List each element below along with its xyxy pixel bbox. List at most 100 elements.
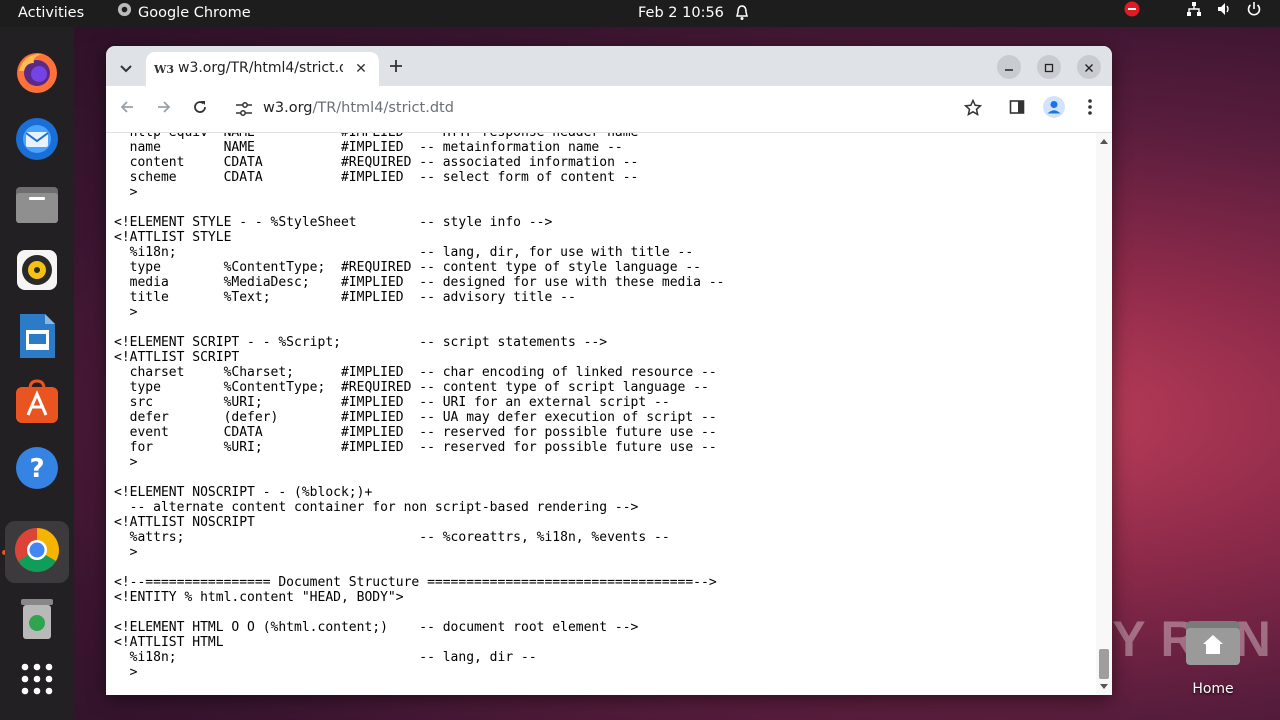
back-button[interactable]: [117, 99, 137, 119]
dock-help[interactable]: ?: [10, 443, 64, 497]
page-content: http-equiv NAME #IMPLIED -- HTTP respons…: [106, 133, 1096, 695]
dtd-line: <!ELEMENT SCRIPT - - %Script; -- script …: [114, 335, 608, 350]
bookmark-star-icon[interactable]: [963, 98, 983, 121]
side-panel-icon: [1009, 99, 1025, 119]
trash-icon: [17, 595, 57, 645]
url-path: /TR/html4/strict.dtd: [312, 100, 454, 116]
app-menu[interactable]: Google Chrome: [117, 0, 251, 27]
dock-thunderbird[interactable]: [10, 113, 64, 167]
tab-search-button[interactable]: [113, 54, 139, 80]
dtd-line: <!ELEMENT NOSCRIPT - - (%block;)+: [114, 485, 373, 500]
dtd-line: <!--================ Document Structure …: [114, 575, 717, 590]
dtd-line: type %ContentType; #REQUIRED -- content …: [114, 380, 709, 395]
arrow-left-icon: [119, 99, 135, 119]
maximize-button[interactable]: [1037, 55, 1061, 79]
show-apps-icon: [20, 662, 54, 700]
dtd-line: name NAME #IMPLIED -- metainformation na…: [114, 140, 623, 155]
dock-writer[interactable]: [10, 311, 64, 365]
dock-trash[interactable]: [10, 593, 64, 647]
reload-button[interactable]: [190, 99, 210, 119]
rhythmbox-icon: [15, 248, 59, 296]
dock-show-apps[interactable]: [10, 654, 64, 708]
tab-strip: W3 w3.org/TR/html4/strict.dtd ✕: [106, 46, 1112, 86]
dtd-line: defer (defer) #IMPLIED -- UA may defer e…: [114, 410, 717, 425]
dtd-line: <!ENTITY % html.content "HEAD, BODY">: [114, 590, 404, 605]
chevron-down-icon: [120, 58, 132, 77]
chrome-icon: [13, 526, 61, 578]
tab-close-icon[interactable]: ✕: [353, 61, 369, 77]
dock-chrome[interactable]: [5, 521, 69, 583]
volume-icon: [1216, 0, 1232, 27]
dock-rhythmbox[interactable]: [10, 245, 64, 299]
libreoffice-writer-icon: [17, 312, 57, 364]
scroll-thumb[interactable]: [1099, 649, 1109, 679]
thunderbird-icon: [13, 114, 61, 166]
tab-strict-dtd[interactable]: W3 w3.org/TR/html4/strict.dtd ✕: [146, 52, 379, 86]
close-window-button[interactable]: [1077, 55, 1101, 79]
dtd-line: %attrs; -- %coreattrs, %i18n, %events --: [114, 530, 670, 545]
scroll-down-arrow-icon[interactable]: [1100, 684, 1108, 689]
url-host: w3.org: [263, 100, 313, 116]
dtd-line: [114, 200, 724, 215]
app-center-icon: [14, 379, 60, 429]
files-icon: [14, 183, 60, 229]
dtd-line: type %ContentType; #REQUIRED -- content …: [114, 260, 701, 275]
address-bar[interactable]: w3.org/TR/html4/strict.dtd: [224, 92, 994, 126]
w3c-favicon-icon: W3: [154, 63, 175, 76]
dtd-line: event CDATA #IMPLIED -- reserved for pos…: [114, 425, 717, 440]
dtd-line: >: [114, 455, 138, 470]
dtd-line: <!ATTLIST STYLE: [114, 230, 232, 245]
dtd-line: <!ATTLIST SCRIPT: [114, 350, 240, 365]
dtd-line: <!ELEMENT HTML O O (%html.content;) -- d…: [114, 620, 639, 635]
clock[interactable]: Feb 2 10:56: [638, 0, 724, 27]
plus-icon: [389, 54, 403, 78]
do-not-disturb-icon: [1124, 0, 1140, 27]
scroll-up-arrow-icon[interactable]: [1100, 139, 1108, 144]
dtd-line: title %Text; #IMPLIED -- advisory title …: [114, 290, 576, 305]
activities-button[interactable]: Activities: [18, 0, 84, 27]
system-tray[interactable]: [1124, 0, 1262, 27]
dtd-line: <!ATTLIST HTML: [114, 635, 224, 650]
dock: ?: [0, 27, 74, 720]
dtd-line: charset %Charset; #IMPLIED -- char encod…: [114, 365, 717, 380]
desktop-home-folder[interactable]: Home: [1183, 617, 1243, 697]
dtd-line: >: [114, 305, 138, 320]
maximize-icon: [1044, 58, 1054, 77]
url-text[interactable]: w3.org/TR/html4/strict.dtd: [263, 100, 454, 116]
dtd-line: <!ELEMENT STYLE - - %StyleSheet -- style…: [114, 215, 553, 230]
arrow-right-icon: [156, 99, 172, 119]
dtd-line: %i18n; -- lang, dir, for use with title …: [114, 245, 694, 260]
dtd-line: -- alternate content container for non s…: [114, 500, 639, 515]
dtd-line: >: [114, 545, 138, 560]
dock-app-center[interactable]: [10, 377, 64, 431]
vertical-scrollbar[interactable]: [1096, 133, 1112, 695]
help-icon: ?: [14, 445, 60, 495]
firefox-icon: [14, 49, 60, 99]
dtd-line: >: [114, 665, 138, 680]
side-panel-button[interactable]: [1006, 98, 1028, 120]
network-icon: [1186, 0, 1202, 27]
new-tab-button[interactable]: [389, 56, 403, 76]
tab-title: w3.org/TR/html4/strict.dtd: [178, 60, 343, 76]
dtd-line: [114, 320, 724, 335]
dtd-line: >: [114, 185, 138, 200]
profile-button[interactable]: [1043, 96, 1065, 122]
profile-avatar-icon: [1043, 96, 1065, 122]
forward-button[interactable]: [154, 99, 174, 119]
dtd-line: for %URI; #IMPLIED -- reserved for possi…: [114, 440, 717, 455]
top-bar: Activities Google Chrome Feb 2 10:56: [0, 0, 1280, 27]
notification-bell-icon[interactable]: [734, 4, 750, 31]
minimize-icon: [1004, 58, 1014, 77]
dtd-line: <!ATTLIST NOSCRIPT: [114, 515, 255, 530]
home-label: Home: [1192, 681, 1234, 697]
dtd-line: media %MediaDesc; #IMPLIED -- designed f…: [114, 275, 725, 290]
dock-firefox[interactable]: [10, 47, 64, 101]
site-info-icon[interactable]: [235, 101, 253, 121]
dock-files[interactable]: [10, 179, 64, 233]
chrome-menu-button[interactable]: [1079, 98, 1101, 120]
dtd-source-text: http-equiv NAME #IMPLIED -- HTTP respons…: [114, 133, 724, 680]
dtd-line: [114, 560, 724, 575]
minimize-button[interactable]: [997, 55, 1021, 79]
svg-text:?: ?: [29, 454, 44, 484]
reload-icon: [192, 99, 208, 119]
